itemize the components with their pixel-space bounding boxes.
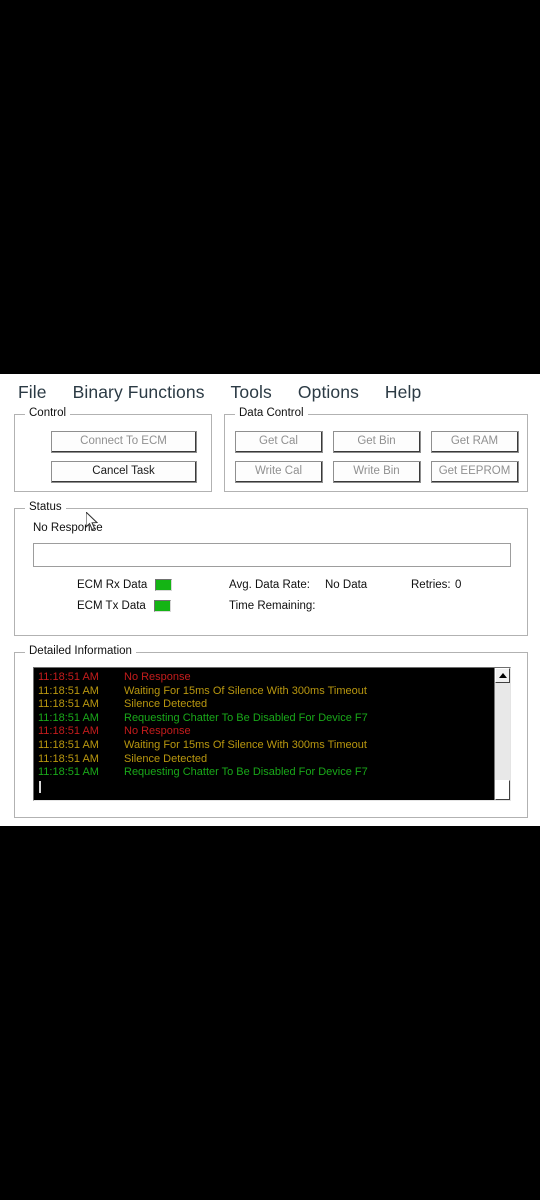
detailed-information-group: Detailed Information 11:18:51 AM No Respo… bbox=[14, 645, 528, 818]
log-line: 11:18:51 AM Waiting For 15ms Of Silence W… bbox=[38, 739, 494, 753]
avg-data-rate-label: Avg. Data Rate: bbox=[229, 579, 310, 591]
log-console[interactable]: 11:18:51 AM No Response 11:18:51 AM Waiting… bbox=[33, 667, 511, 801]
avg-data-rate-value: No Data bbox=[325, 579, 368, 591]
ecm-rx-led-icon bbox=[155, 579, 173, 591]
log-line-timestamp: 11:18:51 AM bbox=[38, 711, 99, 724]
log-scrollbar[interactable] bbox=[494, 668, 510, 800]
log-line-timestamp: 11:18:51 AM bbox=[38, 684, 99, 697]
log-line: 11:18:51 AM Requesting Chatter To Be Disa… bbox=[38, 766, 494, 780]
menu-help[interactable]: Help bbox=[385, 382, 421, 403]
log-line-timestamp: 11:18:51 AM bbox=[38, 738, 99, 751]
get-bin-button[interactable]: Get Bin bbox=[333, 431, 421, 453]
screen: File Binary Functions Tools Options Help Con… bbox=[0, 0, 540, 1200]
application-window: File Binary Functions Tools Options Help Con… bbox=[0, 374, 540, 826]
menu-options[interactable]: Options bbox=[298, 382, 359, 403]
menu-file[interactable]: File bbox=[18, 382, 47, 403]
control-group: Control Connect To ECM Cancel Task bbox=[14, 407, 212, 492]
log-line: 11:18:51 AM Silence Detected bbox=[38, 753, 494, 767]
log-line-timestamp: 11:18:51 AM bbox=[38, 698, 99, 711]
write-bin-button[interactable]: Write Bin bbox=[333, 461, 421, 483]
ecm-rx-data-label: ECM Rx Data bbox=[77, 579, 148, 591]
triangle-up-icon bbox=[498, 673, 507, 678]
log-line-message: Silence Detected bbox=[124, 698, 208, 711]
connect-to-ecm-button[interactable]: Connect To ECM bbox=[51, 431, 197, 453]
log-line: 11:18:51 AM No Response bbox=[38, 725, 494, 739]
log-line: 11:18:51 AM Waiting For 15ms Of Silence W… bbox=[38, 685, 494, 699]
menu-bar: File Binary Functions Tools Options Help bbox=[0, 374, 540, 410]
status-message: No Response bbox=[33, 522, 103, 534]
text-caret bbox=[39, 780, 41, 793]
log-line-list: 11:18:51 AM No Response 11:18:51 AM Waiting… bbox=[34, 668, 494, 800]
get-eeprom-button[interactable]: Get EEPROM bbox=[431, 461, 519, 483]
time-remaining-label: Time Remaining: bbox=[229, 600, 316, 612]
control-group-title: Control bbox=[25, 407, 71, 419]
data-control-group-title: Data Control bbox=[235, 407, 308, 419]
log-line-timestamp: 11:18:51 AM bbox=[38, 766, 99, 779]
ecm-tx-data-row: ECM Tx Data bbox=[77, 600, 171, 612]
ecm-rx-data-row: ECM Rx Data bbox=[77, 579, 173, 591]
ecm-tx-data-label: ECM Tx Data bbox=[77, 600, 146, 612]
log-line: 11:18:51 AM Silence Detected bbox=[38, 698, 494, 712]
ecm-tx-led-icon bbox=[153, 600, 171, 612]
log-line-message: Waiting For 15ms Of Silence With 300ms T… bbox=[124, 738, 367, 751]
menu-binary-functions[interactable]: Binary Functions bbox=[73, 382, 205, 403]
log-line-message: Requesting Chatter To Be Disabled For De… bbox=[124, 766, 368, 779]
cancel-task-button[interactable]: Cancel Task bbox=[51, 461, 197, 483]
log-line: 11:18:51 AM Requesting Chatter To Be Disa… bbox=[38, 712, 494, 726]
log-line-message: Silence Detected bbox=[124, 752, 208, 765]
menu-tools[interactable]: Tools bbox=[231, 382, 272, 403]
log-line-message: Waiting For 15ms Of Silence With 300ms T… bbox=[124, 684, 367, 697]
status-group: Status No Response ECM Rx Data ECM Tx Da… bbox=[14, 501, 528, 636]
log-line-message: No Response bbox=[124, 725, 191, 738]
detailed-information-group-title: Detailed Information bbox=[25, 645, 136, 657]
get-ram-button[interactable]: Get RAM bbox=[431, 431, 519, 453]
data-control-group: Data Control Get Cal Get Bin Get RAM Wri… bbox=[224, 407, 528, 492]
scrollbar-thumb[interactable] bbox=[495, 780, 510, 800]
scrollbar-track[interactable] bbox=[495, 683, 510, 785]
log-line-message: No Response bbox=[124, 671, 191, 683]
log-line-message: Requesting Chatter To Be Disabled For De… bbox=[124, 711, 368, 724]
progress-bar bbox=[33, 543, 511, 567]
log-line-timestamp: 11:18:51 AM bbox=[38, 671, 99, 683]
log-line: 11:18:51 AM No Response bbox=[38, 671, 494, 685]
log-line-timestamp: 11:18:51 AM bbox=[38, 752, 99, 765]
retries-label: Retries: bbox=[411, 579, 451, 591]
log-line-timestamp: 11:18:51 AM bbox=[38, 725, 99, 738]
retries-value: 0 bbox=[455, 579, 462, 591]
scroll-up-button[interactable] bbox=[495, 668, 510, 683]
status-group-title: Status bbox=[25, 501, 66, 513]
write-cal-button[interactable]: Write Cal bbox=[235, 461, 323, 483]
get-cal-button[interactable]: Get Cal bbox=[235, 431, 323, 453]
